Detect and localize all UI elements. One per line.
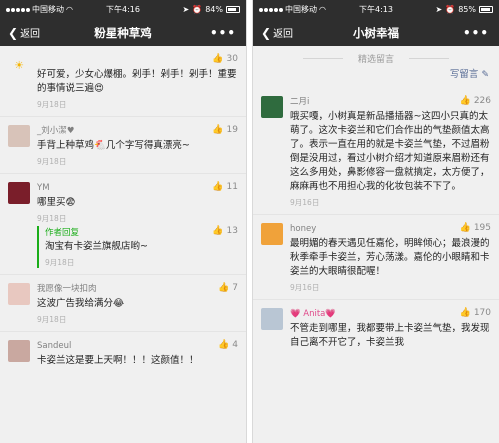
left-phone-screen: 中国移动 ◠ 下午4:16 ➤ ⏰ 84% ❮ 返回 粉星种草鸡 ••• ☀ 好… — [0, 0, 247, 443]
thumbs-up-icon: 👍 — [212, 182, 224, 192]
like-count: 170 — [473, 308, 491, 318]
comment-date: 9月16日 — [290, 198, 320, 207]
like-button[interactable]: 👍 7 — [218, 283, 238, 293]
comment-text: 这波广告我给满分😂 — [37, 298, 125, 309]
like-button[interactable]: 👍 30 — [212, 54, 238, 64]
comment-author[interactable]: _刘小潔♥ — [37, 125, 238, 137]
comment-item: 我愿像一块扣肉 这波广告我给满分😂 9月18日 👍 7 — [0, 275, 246, 332]
right-phone-screen: 中国移动 ◠ 下午4:13 ➤ ⏰ 85% ❮ 返回 小树幸福 ••• 精选留言… — [252, 0, 499, 443]
thumbs-up-icon: 👍 — [218, 283, 230, 293]
comment-text: 哪里买😨 — [37, 197, 76, 208]
author-reply: 作者回复 淘宝有卡姿兰旗舰店哟~ 9月18日 👍 13 — [37, 226, 238, 268]
comment-item: YM 哪里买😨 9月18日 作者回复 淘宝有卡姿兰旗舰店哟~ 9月18日 👍 1… — [0, 174, 246, 275]
like-button[interactable]: 👍 226 — [460, 96, 491, 106]
like-count: 195 — [473, 223, 491, 233]
battery-icon — [226, 6, 240, 13]
status-bar: 中国移动 ◠ 下午4:16 ➤ ⏰ 84% — [0, 0, 246, 19]
reply-like-button[interactable]: 👍 13 — [212, 226, 238, 236]
back-button[interactable]: ❮ 返回 — [0, 25, 41, 41]
write-comment-label: 写留言 — [449, 69, 479, 80]
more-options-button[interactable]: ••• — [210, 26, 246, 40]
status-bar: 中国移动 ◠ 下午4:13 ➤ ⏰ 85% — [253, 0, 499, 19]
thumbs-up-icon: 👍 — [459, 308, 471, 318]
back-label: 返回 — [20, 29, 41, 40]
like-button[interactable]: 👍 11 — [212, 182, 238, 192]
comment-date: 9月16日 — [290, 283, 320, 292]
comment-item: ☀ 好可爱，少女心爆棚。剁手！剁手！剁手！重要的事情说三遍😍 9月18日 👍 3… — [0, 46, 246, 117]
like-count: 11 — [226, 182, 238, 192]
thumbs-up-icon: 👍 — [212, 226, 224, 236]
comment-item: 二月i 哦买嘎，小树真是新品播插器~这四小只真的太萌了。这次卡姿兰和它们合作出的… — [253, 88, 499, 215]
user-avatar-icon[interactable] — [261, 223, 283, 245]
like-button[interactable]: 👍 19 — [212, 125, 238, 135]
nav-bar: ❮ 返回 粉星种草鸡 ••• — [0, 19, 246, 46]
comment-date: 9月18日 — [37, 157, 67, 166]
status-time: 下午4:13 — [359, 5, 393, 14]
author-reply-label: 作者回复 — [45, 228, 80, 238]
like-button[interactable]: 👍 195 — [460, 223, 491, 233]
sun-icon[interactable]: ☀ — [8, 54, 30, 76]
comment-list[interactable]: 精选留言 写留言 ✎ 二月i 哦买嘎，小树真是新品播插器~这四小只真的太萌了。这… — [253, 46, 499, 443]
featured-comments-heading: 精选留言 — [253, 46, 499, 66]
comment-text: 手背上种草鸡🐔几个字写得真漂亮~ — [37, 140, 190, 151]
chevron-left-icon: ❮ — [261, 25, 272, 40]
thumbs-up-icon: 👍 — [212, 125, 224, 135]
like-count: 7 — [232, 283, 238, 293]
write-comment-button[interactable]: 写留言 ✎ — [253, 66, 499, 88]
comment-text: 卡姿兰这是要上天啊！！！这颜值！！ — [37, 355, 199, 366]
chevron-left-icon: ❮ — [8, 25, 19, 40]
back-label: 返回 — [273, 29, 294, 40]
user-avatar-icon[interactable] — [261, 96, 283, 118]
status-time: 下午4:16 — [106, 5, 140, 14]
like-button[interactable]: 👍 170 — [460, 308, 491, 318]
comment-text: 最明媚的春天遇见任嘉伦，明眸倾心；最浪漫的秋季牵手卡姿兰，芳心荡漾。嘉伦的小眼睛… — [290, 238, 490, 277]
pencil-icon: ✎ — [481, 70, 489, 80]
reply-date: 9月18日 — [45, 258, 75, 267]
reply-text: 淘宝有卡姿兰旗舰店哟~ — [45, 241, 148, 252]
like-count: 19 — [226, 125, 238, 135]
like-count: 13 — [226, 226, 238, 236]
comment-item: 💗 Anita💗 不管走到哪里，我都要带上卡姿兰气垫，我发现自己离不开它了，卡姿… — [253, 300, 499, 356]
back-button[interactable]: ❮ 返回 — [253, 25, 294, 41]
like-count: 226 — [473, 96, 491, 106]
comment-date: 9月18日 — [37, 214, 67, 223]
user-avatar-icon[interactable] — [261, 308, 283, 330]
comment-list[interactable]: ☀ 好可爱，少女心爆棚。剁手！剁手！剁手！重要的事情说三遍😍 9月18日 👍 3… — [0, 46, 246, 443]
more-options-button[interactable]: ••• — [463, 26, 499, 40]
comment-date: 9月18日 — [37, 315, 67, 324]
comment-author[interactable]: YM — [37, 182, 238, 194]
user-avatar-icon[interactable] — [8, 125, 30, 147]
like-count: 30 — [226, 54, 238, 64]
comment-author[interactable] — [37, 54, 238, 66]
thumbs-up-icon: 👍 — [212, 54, 224, 64]
comment-author[interactable]: 我愿像一块扣肉 — [37, 283, 238, 295]
comment-item: _刘小潔♥ 手背上种草鸡🐔几个字写得真漂亮~ 9月18日 👍 19 — [0, 117, 246, 174]
nav-bar: ❮ 返回 小树幸福 ••• — [253, 19, 499, 46]
user-avatar-icon[interactable] — [8, 283, 30, 305]
like-count: 4 — [232, 340, 238, 350]
thumbs-up-icon: 👍 — [459, 223, 471, 233]
comment-text: 哦买嘎，小树真是新品播插器~这四小只真的太萌了。这次卡姿兰和它们合作出的气垫颜值… — [290, 111, 490, 192]
comment-item: Sandeul 卡姿兰这是要上天啊！！！这颜值！！ 👍 4 — [0, 332, 246, 374]
comment-item: honey 最明媚的春天遇见任嘉伦，明眸倾心；最浪漫的秋季牵手卡姿兰，芳心荡漾。… — [253, 215, 499, 300]
thumbs-up-icon: 👍 — [459, 96, 471, 106]
battery-icon — [479, 6, 493, 13]
user-avatar-icon[interactable] — [8, 340, 30, 362]
comment-text: 好可爱，少女心爆棚。剁手！剁手！剁手！重要的事情说三遍😍 — [37, 69, 237, 94]
comment-date: 9月18日 — [37, 100, 67, 109]
user-avatar-icon[interactable] — [8, 182, 30, 204]
comment-author[interactable]: Sandeul — [37, 340, 238, 352]
comment-text: 不管走到哪里，我都要带上卡姿兰气垫，我发现自己离不开它了，卡姿兰我 — [290, 323, 490, 348]
like-button[interactable]: 👍 4 — [218, 340, 238, 350]
thumbs-up-icon: 👍 — [218, 340, 230, 350]
